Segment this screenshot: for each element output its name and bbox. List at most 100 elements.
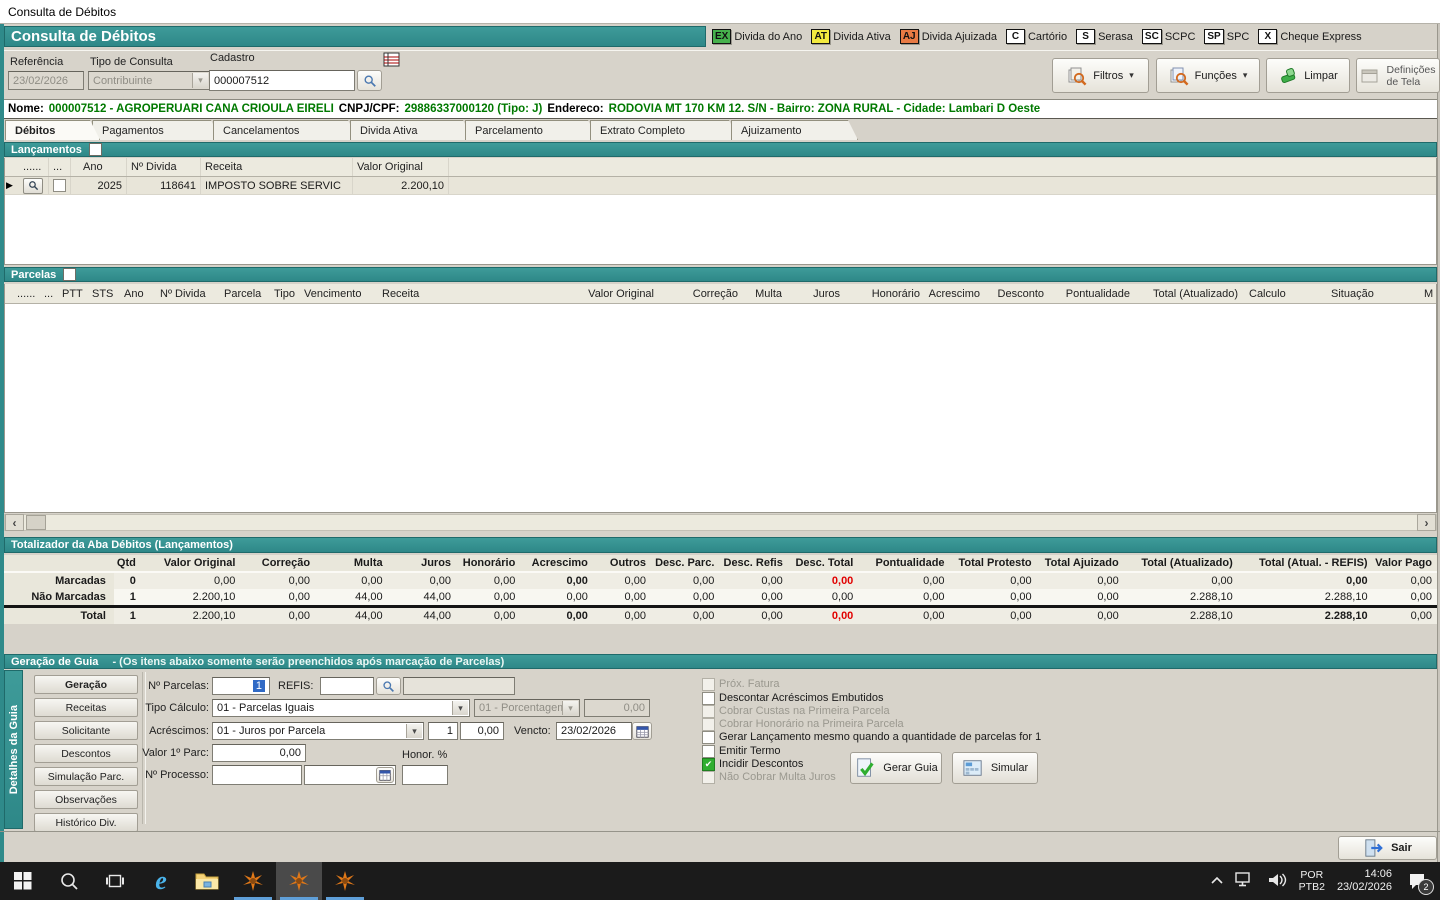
refis-search-button[interactable] [376,677,401,695]
checkbox-icon [702,771,715,784]
lancamentos-select-all-checkbox[interactable] [89,143,102,156]
tab-divida-ativa[interactable]: Divida Ativa [350,120,473,140]
badge-c: C [1006,29,1025,44]
chevron-down-icon[interactable]: ▾ [452,701,468,715]
num-parcelas-input[interactable]: 1 [212,677,270,695]
side-button-solicitante[interactable]: Solicitante [34,721,138,740]
side-button-historico[interactable]: Histórico Div. [34,813,138,832]
app-window-3-button[interactable] [322,862,368,900]
language-indicator[interactable]: POR PTB2 [1299,869,1325,893]
limpar-label: Limpar [1304,70,1338,82]
internet-explorer-button[interactable]: e [138,862,184,900]
task-view-icon [105,871,125,891]
tab-cancelamentos[interactable]: Cancelamentos [213,120,358,140]
app-window-2-button[interactable] [276,862,322,900]
tab-parcelamento[interactable]: Parcelamento [465,120,598,140]
volume-icon[interactable] [1267,872,1287,891]
cnpj-label: CNPJ/CPF: [339,103,400,115]
network-icon[interactable] [1235,872,1255,890]
row-detail-button[interactable] [23,178,43,194]
side-button-simulacao[interactable]: Simulação Parc. [34,767,138,786]
column-header: Valor Original [141,555,241,572]
vencto-calendar-button[interactable] [632,722,652,740]
acrescimos-valor-input[interactable]: 0,00 [460,722,504,740]
processo-calendar-button[interactable] [376,767,394,783]
acrescimos-select[interactable]: 01 - Juros por Parcela ▾ [212,722,424,740]
side-button-descontos[interactable]: Descontos [34,744,138,763]
status-legend: EXDivida do Ano ATDivida Ativa AJDivida … [712,27,1438,46]
honor-input[interactable] [402,765,448,785]
checkbox-incidir-descontos[interactable]: ✔Incidir Descontos [702,758,803,771]
cadastro-search-button[interactable] [357,70,382,91]
column-header: Total Protesto [950,555,1037,572]
column-header: STS [89,284,121,303]
tray-chevron-up-icon[interactable] [1211,875,1223,887]
grid-list-icon[interactable] [383,52,400,67]
geracao-title: Geração de Guia [11,656,98,668]
legend-label: Cartório [1028,31,1067,43]
column-header: Desconto [983,284,1047,303]
checkbox-descontar-acrescimos[interactable]: Descontar Acréscimos Embutidos [702,692,883,705]
taxpayer-info-bar: Nome: 000007512 - AGROPERUARI CANA CRIOU… [4,100,1437,119]
endereco-label: Endereco: [547,103,603,115]
legend-item: CCartório [1006,29,1067,44]
column-header: Juros [388,555,456,572]
tab-ajuizamento[interactable]: Ajuizamento [731,120,858,140]
parcelas-header-row: ...... ... PTT STS Ano Nº Divida Parcela… [5,284,1436,304]
chevron-down-icon: ▾ [192,73,208,88]
legend-label: Divida do Ano [734,31,802,43]
horizontal-scrollbar[interactable]: ‹ › [4,514,1437,531]
notification-badge: 2 [1418,879,1434,895]
taskbar-clock[interactable]: 14:06 23/02/2026 [1337,868,1392,894]
row-checkbox[interactable] [53,179,66,192]
legend-item: ATDivida Ativa [811,29,890,44]
processo-input[interactable] [212,765,302,785]
valor-parc-input[interactable]: 0,00 [212,744,306,762]
notification-center-button[interactable]: 2 [1404,869,1430,893]
column-header: Correção [657,284,741,303]
tab-debitos[interactable]: Débitos [5,120,100,140]
file-explorer-button[interactable] [184,862,230,900]
badge-x: X [1258,29,1277,44]
column-header: Nº Divida [127,158,201,176]
eraser-icon [1278,66,1298,86]
table-row[interactable]: ▶ 2025 118641 IMPOSTO SOBRE SERVIC 2.200… [5,177,1436,195]
sair-button[interactable]: Sair [1338,836,1437,860]
cadastro-input[interactable]: 000007512 [209,70,355,91]
chevron-down-icon: ▾ [1243,70,1248,81]
tab-pagamentos[interactable]: Pagamentos [92,120,221,140]
legend-item: EXDivida do Ano [712,29,802,44]
tipo-calculo-select[interactable]: 01 - Parcelas Iguais ▾ [212,699,470,717]
tab-extrato-completo[interactable]: Extrato Completo [590,120,739,140]
gerar-guia-button[interactable]: Gerar Guia [850,752,942,784]
side-button-observacoes[interactable]: Observações [34,790,138,809]
legend-label: Divida Ajuizada [922,31,997,43]
vencto-input[interactable]: 23/02/2026 [556,722,632,740]
legend-label: SPC [1227,31,1250,43]
endereco-value: RODOVIA MT 170 KM 12. S/N - Bairro: ZONA… [609,103,1041,115]
definicoes-tela-button[interactable]: Definições de Tela [1356,58,1440,93]
refis-input[interactable] [320,677,374,695]
column-header: M [1421,284,1436,303]
processo-data-input[interactable] [304,765,396,785]
calendar-icon [379,769,391,781]
limpar-button[interactable]: Limpar [1266,58,1350,93]
chevron-down-icon[interactable]: ▾ [406,724,422,738]
parcelas-select-all-checkbox[interactable] [63,268,76,281]
task-view-button[interactable] [92,862,138,900]
checkbox-gerar-lancamento[interactable]: Gerar Lançamento mesmo quando a quantida… [702,731,1041,744]
app-window-1-button[interactable] [230,862,276,900]
checkbox-emitir-termo[interactable]: Emitir Termo [702,745,781,758]
scroll-left-icon[interactable]: ‹ [5,514,24,531]
funcoes-button[interactable]: Funções ▾ [1156,58,1260,93]
start-button[interactable] [0,862,46,900]
legend-item: AJDivida Ajuizada [900,29,997,44]
acrescimos-qtd-input[interactable]: 1 [428,722,458,740]
side-button-receitas[interactable]: Receitas [34,698,138,717]
scroll-right-icon[interactable]: › [1417,514,1436,531]
simular-button[interactable]: Simular [952,752,1038,784]
taskbar-search-button[interactable] [46,862,92,900]
scrollbar-thumb[interactable] [26,515,46,530]
side-button-geracao[interactable]: Geração [34,675,138,694]
filtros-button[interactable]: Filtros ▾ [1052,58,1149,93]
